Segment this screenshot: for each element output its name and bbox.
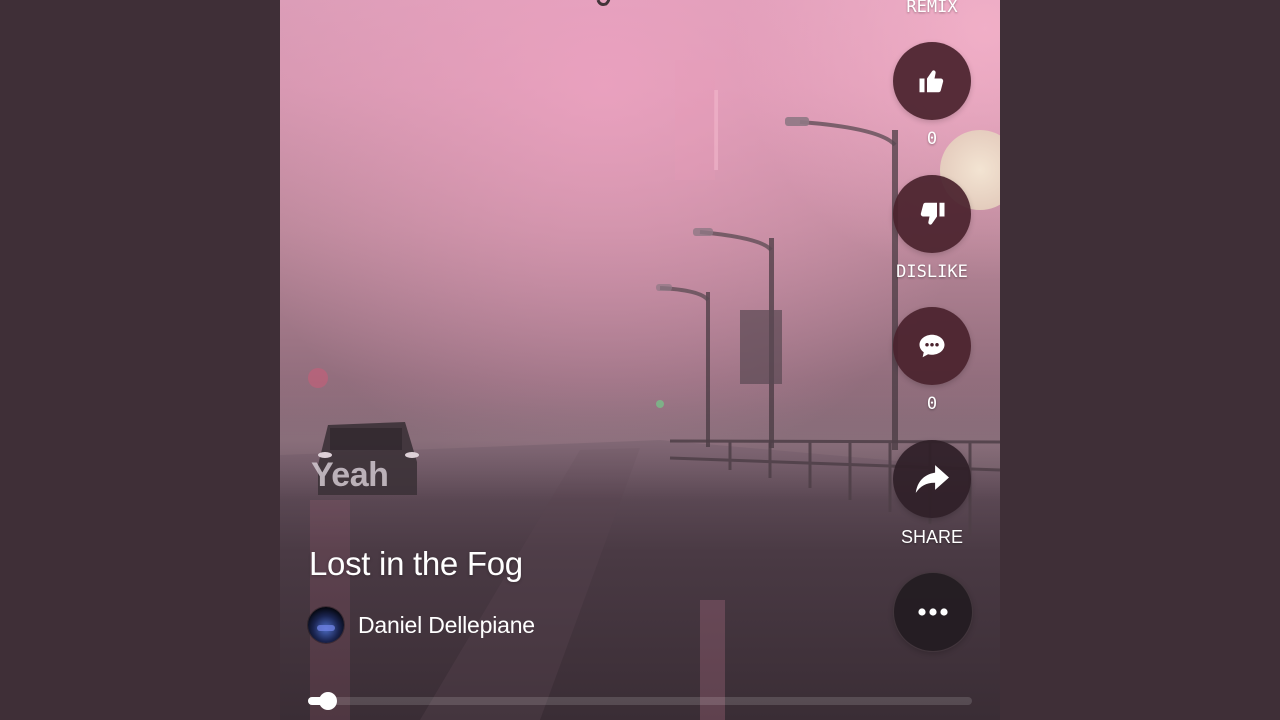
remix-label[interactable]: REMIX bbox=[872, 0, 992, 17]
progress-handle[interactable] bbox=[319, 692, 337, 710]
artist-link[interactable]: Daniel Dellepiane bbox=[308, 607, 535, 643]
video-player[interactable]: Yeah Lost in the Fog Daniel Dellepiane R… bbox=[280, 0, 1000, 720]
artist-name[interactable]: Daniel Dellepiane bbox=[358, 612, 535, 639]
comment-button[interactable] bbox=[893, 307, 971, 385]
like-button[interactable] bbox=[893, 42, 971, 120]
share-arrow-icon bbox=[913, 462, 951, 496]
more-horizontal-icon bbox=[917, 607, 949, 617]
like-count: 0 bbox=[926, 129, 938, 149]
more-options-button[interactable] bbox=[893, 572, 973, 652]
progress-bar[interactable] bbox=[308, 692, 972, 710]
thumbs-down-icon bbox=[917, 199, 947, 229]
artist-avatar[interactable] bbox=[308, 607, 344, 643]
dislike-label[interactable]: DISLIKE bbox=[872, 262, 992, 282]
comment-count: 0 bbox=[926, 394, 938, 414]
song-title[interactable]: Lost in the Fog bbox=[309, 545, 523, 583]
comment-bubble-icon bbox=[917, 331, 947, 361]
dislike-button[interactable] bbox=[893, 175, 971, 253]
thumbs-up-icon bbox=[917, 66, 947, 96]
share-button[interactable] bbox=[893, 440, 971, 518]
lyric-overlay: Yeah bbox=[311, 456, 389, 494]
share-label[interactable]: SHARE bbox=[872, 527, 992, 548]
